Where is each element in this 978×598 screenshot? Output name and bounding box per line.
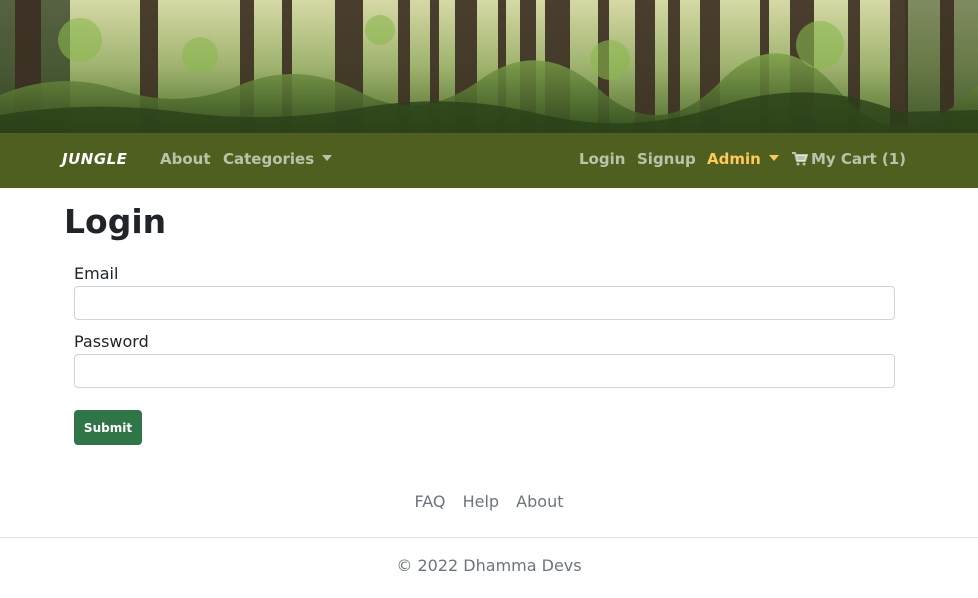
nav-my-cart[interactable]: My Cart (1) (792, 150, 906, 168)
footer-divider (0, 537, 978, 538)
shopping-cart-icon (792, 152, 808, 166)
nav-admin-label: Admin (707, 150, 761, 168)
footer-link-help[interactable]: Help (463, 492, 499, 511)
email-label: Email (74, 264, 119, 283)
nav-categories-label: Categories (223, 150, 315, 168)
nav-admin-dropdown[interactable]: Admin (707, 150, 779, 168)
submit-button[interactable]: Submit (74, 410, 142, 445)
nav-my-cart-label: My Cart (1) (811, 150, 906, 168)
footer-link-about[interactable]: About (516, 492, 563, 511)
hero-forest-banner (0, 0, 978, 133)
caret-down-icon (768, 155, 779, 161)
nav-signup[interactable]: Signup (637, 150, 696, 168)
password-field[interactable] (74, 354, 895, 388)
copyright-text: © 2022 Dhamma Devs (396, 556, 582, 575)
caret-down-icon (322, 155, 333, 161)
footer-links: FAQ Help About (0, 492, 978, 511)
top-navbar: JUNGLE About Categories Login Signup Adm… (0, 133, 978, 188)
forest-image (0, 0, 978, 133)
email-field[interactable] (74, 286, 895, 320)
nav-login[interactable]: Login (579, 150, 625, 168)
nav-about[interactable]: About (160, 150, 211, 168)
footer-link-faq[interactable]: FAQ (415, 492, 446, 511)
page-title: Login (64, 202, 167, 241)
password-label: Password (74, 332, 149, 351)
nav-categories-dropdown[interactable]: Categories (223, 150, 333, 168)
brand-logo[interactable]: JUNGLE (62, 150, 127, 168)
